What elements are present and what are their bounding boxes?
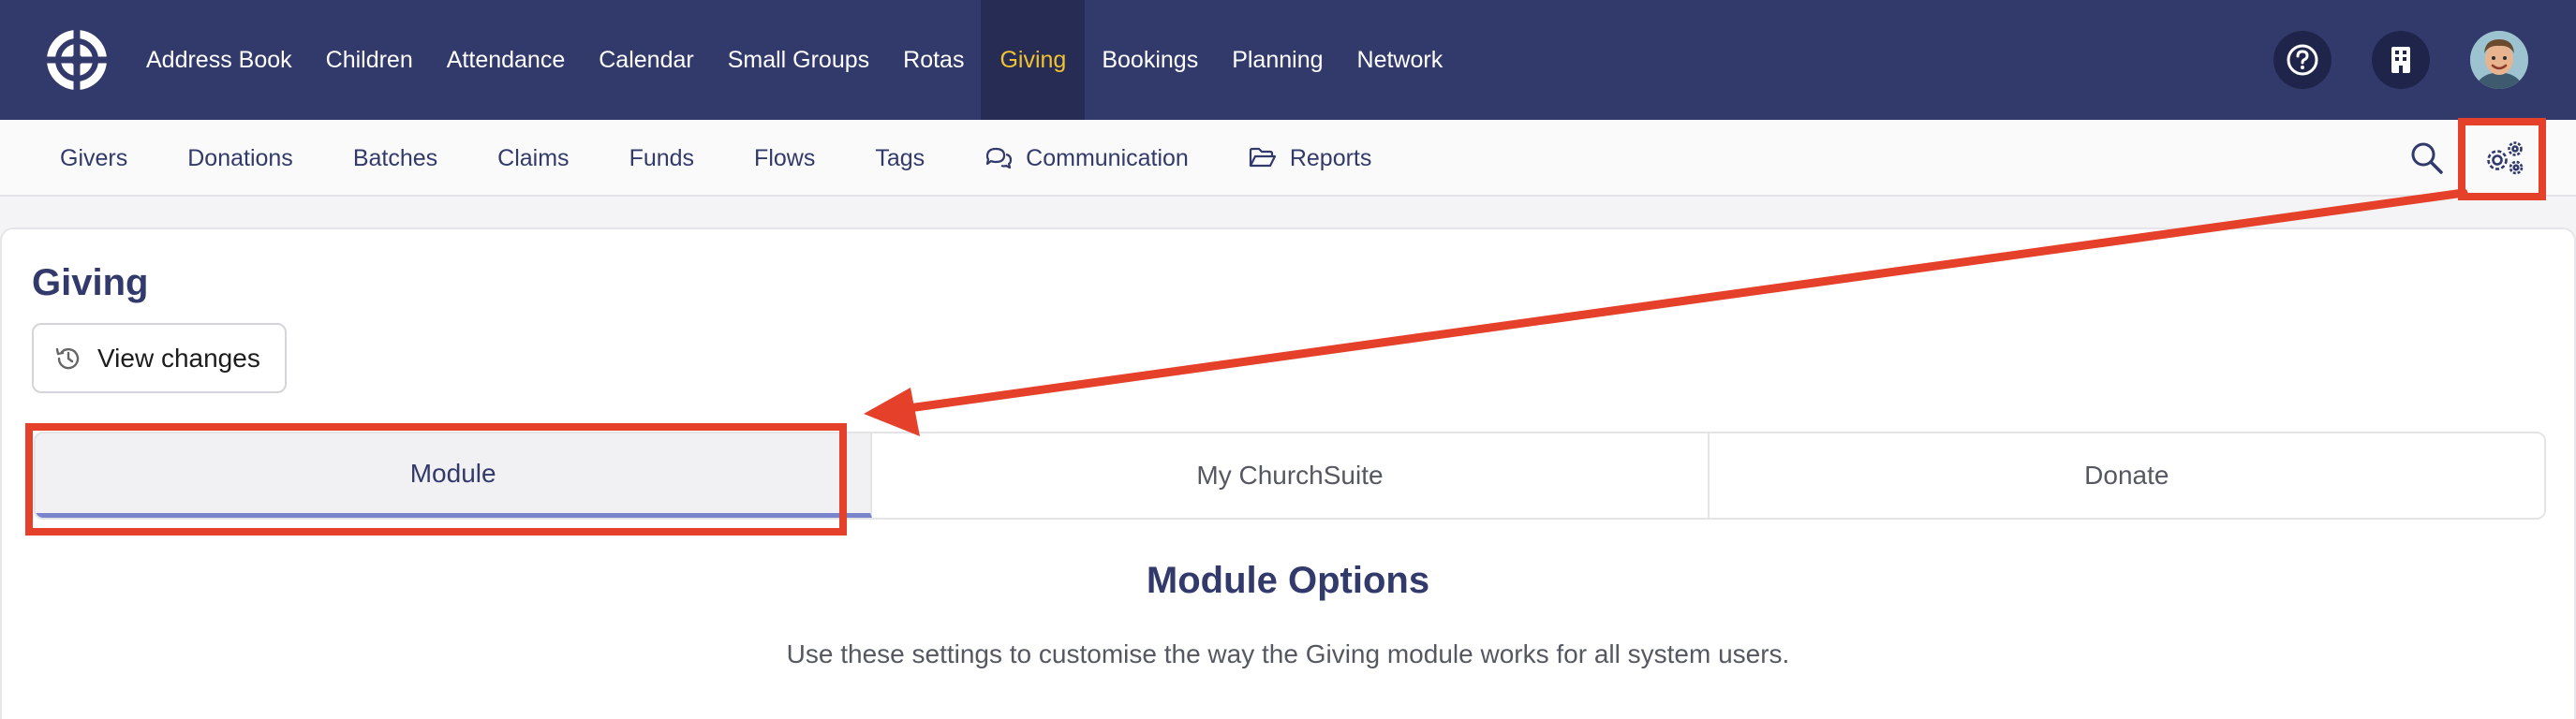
tab-donate[interactable]: Donate [1709, 433, 2544, 518]
subnav-donations[interactable]: Donations [187, 145, 293, 172]
nav-giving[interactable]: Giving [981, 0, 1086, 120]
nav-small-groups[interactable]: Small Groups [711, 0, 886, 120]
nav-bookings[interactable]: Bookings [1085, 0, 1215, 120]
subnav-label: Batches [352, 144, 438, 171]
subnav-label: Claims [497, 144, 570, 171]
chat-bubbles-icon [986, 147, 1013, 169]
nav-planning[interactable]: Planning [1215, 0, 1340, 120]
view-changes-label: View changes [97, 343, 260, 373]
nav-address-book[interactable]: Address Book [129, 0, 309, 120]
organisation-button[interactable] [2372, 31, 2430, 89]
section-heading: Module Options [1146, 560, 1430, 601]
subnav-reports[interactable]: Reports [1249, 144, 1372, 172]
module-tab-highlight-box [25, 423, 847, 536]
subnav-label: Reports [1289, 144, 1372, 171]
question-circle-icon [2287, 44, 2318, 76]
subnav-tags[interactable]: Tags [875, 145, 925, 172]
subnav-batches[interactable]: Batches [353, 145, 437, 172]
search-icon[interactable] [2409, 140, 2445, 176]
nav-calendar[interactable]: Calendar [582, 0, 710, 120]
nav-attendance[interactable]: Attendance [430, 0, 583, 120]
view-changes-button[interactable]: View changes [32, 323, 287, 393]
history-icon [55, 347, 80, 369]
subnav-claims[interactable]: Claims [497, 145, 569, 172]
nav-children[interactable]: Children [309, 0, 430, 120]
subnav-funds[interactable]: Funds [629, 145, 694, 172]
subnav-givers[interactable]: Givers [60, 145, 127, 172]
subnav-label: Funds [629, 144, 695, 171]
section-description: Use these settings to customise the way … [786, 639, 1790, 668]
churchsuite-logo-icon[interactable] [45, 28, 109, 92]
help-button[interactable] [2273, 31, 2332, 89]
nav-rotas[interactable]: Rotas [886, 0, 981, 120]
subnav-communication[interactable]: Communication [985, 145, 1189, 172]
nav-network[interactable]: Network [1340, 0, 1460, 120]
subnav-flows[interactable]: Flows [754, 145, 815, 172]
building-icon [2391, 47, 2410, 73]
giving-subnavigation: Givers Donations Batches Claims Funds Fl… [0, 120, 2576, 197]
settings-highlight-box [2458, 118, 2546, 200]
subnav-label: Tags [875, 144, 925, 171]
subnav-label: Communication [1026, 144, 1189, 171]
user-avatar[interactable] [2470, 31, 2528, 89]
page-title: Giving [32, 262, 149, 303]
folder-open-icon [1249, 147, 1276, 168]
subnav-label: Donations [187, 144, 293, 171]
tab-my-churchsuite[interactable]: My ChurchSuite [872, 433, 1710, 518]
top-navigation-bar: Address Book Children Attendance Calenda… [0, 0, 2576, 120]
subnav-label: Flows [754, 144, 816, 171]
subnav-label: Givers [60, 144, 128, 171]
module-menu: Address Book Children Attendance Calenda… [129, 0, 1459, 120]
